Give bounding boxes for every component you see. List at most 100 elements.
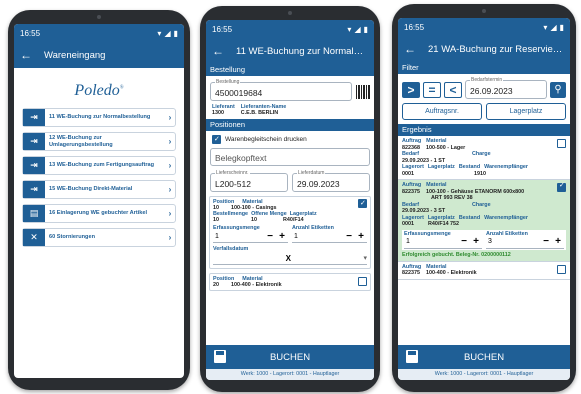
wifi-icon: ▾: [157, 28, 162, 38]
chevron-right-icon: ›: [168, 161, 172, 170]
result-item-selected[interactable]: AuftragMaterial 822375100-100 - Gehäuse …: [398, 180, 570, 262]
save-icon: [214, 350, 226, 363]
page-title: Wareneingang: [44, 49, 106, 61]
status-bar: 16:55 ▾ ◢ ▮: [14, 24, 184, 42]
position-checkbox[interactable]: [358, 277, 367, 286]
footer-werk: Werk: 1000 - Lagerort: 0001 - Hauptlager: [398, 369, 570, 380]
menu-item-13[interactable]: ⇥ 13 WE-Buchung zum Fertigungsauftrag ›: [22, 156, 176, 175]
back-arrow-icon[interactable]: ←: [404, 43, 416, 55]
lieferdatum-field[interactable]: Lieferdatum 29.09.2023: [292, 170, 370, 192]
result-item[interactable]: Auftrag Material 822375 100-400 - Elektron…: [398, 262, 570, 280]
minus-icon[interactable]: −: [540, 237, 552, 246]
status-time: 16:55: [404, 22, 425, 32]
cross-icon: ✕: [23, 229, 45, 246]
plus-icon[interactable]: +: [470, 237, 482, 246]
save-icon: [406, 350, 418, 363]
storage-icon: ▤: [23, 205, 45, 222]
plus-icon[interactable]: +: [355, 231, 367, 242]
screen-wareneingang: 16:55 ▾ ◢ ▮ ← Wareneingang Poledo® ⇥ 11 …: [14, 24, 184, 378]
result-checkbox[interactable]: [557, 264, 566, 274]
screen-we-buchung: 16:55 ▾ ◢ ▮ ← 11 WE-Buchung zur Normalbe…: [206, 20, 374, 380]
phone-wareneingang: 16:55 ▾ ◢ ▮ ← Wareneingang Poledo® ⇥ 11 …: [8, 10, 190, 390]
phone-wa-buchung: 16:55 ▾ ◢ ▮ ← 21 WA-Buchung zur Reservie…: [392, 4, 576, 392]
minus-icon[interactable]: −: [458, 237, 470, 246]
stage: 16:55 ▾ ◢ ▮ ← Wareneingang Poledo® ⇥ 11 …: [0, 0, 581, 394]
back-arrow-icon[interactable]: ←: [20, 49, 32, 61]
screen-wa-buchung: 16:55 ▾ ◢ ▮ ← 21 WA-Buchung zur Reservie…: [398, 18, 570, 380]
auftragsnr-button[interactable]: Auftragsnr.: [402, 103, 482, 120]
app-bar: ← 21 WA-Buchung zur Reservierung: [398, 36, 570, 62]
lieferantenname-value: C.E.B. BERLIN: [240, 110, 279, 116]
filter-equal-button[interactable]: =: [423, 81, 441, 98]
success-message: Erfolgreich gebucht. Beleg-Nr. 020000011…: [402, 252, 511, 258]
app-bar: ← Wareneingang: [14, 42, 184, 68]
status-time: 16:55: [212, 24, 233, 34]
menu-item-11[interactable]: ⇥ 11 WE-Buchung zur Normalbestellung ›: [22, 108, 176, 127]
filter-greater-button[interactable]: >: [402, 81, 420, 98]
wifi-icon: ▾: [347, 24, 352, 34]
filter-less-button[interactable]: <: [444, 81, 462, 98]
result-checkbox[interactable]: [557, 183, 566, 192]
menu-item-15[interactable]: ⇥ 15 WE-Buchung Direkt-Material ›: [22, 180, 176, 199]
section-bestellung: Bestellung: [206, 64, 374, 76]
back-arrow-icon[interactable]: ←: [212, 45, 224, 57]
result-item[interactable]: Auftrag Material 822368 100-500 - Lager Be…: [398, 136, 570, 180]
barcode-icon[interactable]: [356, 84, 370, 99]
plus-icon[interactable]: +: [276, 231, 288, 242]
lagerplatz-button[interactable]: Lagerplatz: [486, 103, 566, 120]
chevron-right-icon: ›: [168, 185, 172, 194]
plus-icon[interactable]: +: [552, 237, 564, 246]
erfassungsmenge-stepper[interactable]: 1 − +: [213, 231, 288, 243]
erfassungsmenge-stepper[interactable]: 1 − +: [404, 237, 482, 249]
poledo-logo: Poledo®: [74, 82, 124, 99]
signal-icon: ◢: [164, 28, 171, 38]
menu-item-16[interactable]: ▤ 16 Einlagerung WE gebuchter Artikel ›: [22, 204, 176, 223]
section-filter: Filter: [398, 62, 570, 74]
wifi-icon: ▾: [543, 22, 548, 32]
section-positionen: Positionen: [206, 119, 374, 131]
dropdown-arrow-icon: ▾: [363, 255, 367, 262]
cart-in-icon: ⇥: [23, 181, 45, 198]
status-time: 16:55: [20, 28, 41, 38]
chevron-right-icon: ›: [168, 209, 172, 218]
section-ergebnis: Ergebnis: [398, 124, 570, 136]
buchen-button[interactable]: BUCHEN: [398, 345, 570, 369]
battery-icon: ▮: [559, 22, 564, 32]
chevron-right-icon: ›: [168, 233, 172, 242]
footer-werk: Werk: 1000 - Lagerort: 0001 - Hauptlager: [206, 369, 374, 380]
signal-icon: ◢: [550, 22, 557, 32]
warenbegleitschein-label: Warenbegleitschein drucken: [225, 136, 307, 143]
signal-icon: ◢: [354, 24, 361, 34]
minus-icon[interactable]: −: [264, 231, 276, 242]
status-bar: 16:55 ▾ ◢ ▮: [206, 20, 374, 38]
etiketten-stepper[interactable]: 1 − +: [292, 231, 367, 243]
chevron-right-icon: ›: [168, 137, 172, 146]
belegkopftext-input[interactable]: Belegkopftext: [210, 148, 370, 166]
bedarfstermin-field[interactable]: Bedarfstermin 26.09.2023: [465, 77, 547, 99]
lieferschein-field[interactable]: Lieferscheinnr. L200-512: [210, 170, 288, 192]
bestellung-field[interactable]: Bestellung 4500019684: [210, 79, 352, 101]
buchen-button[interactable]: BUCHEN: [206, 345, 374, 369]
position-checkbox[interactable]: [358, 199, 367, 208]
app-bar: ← 11 WE-Buchung zur Normalbeste...: [206, 38, 374, 64]
verfallsdatum-select[interactable]: X ▾: [213, 252, 367, 265]
minus-icon[interactable]: −: [343, 231, 355, 242]
position-card-2[interactable]: Position Material 20 100-400 - Elektronik: [209, 273, 371, 291]
cart-in-icon: ⇥: [23, 109, 45, 126]
page-title: 11 WE-Buchung zur Normalbeste...: [236, 45, 368, 57]
chevron-right-icon: ›: [168, 113, 172, 122]
phone-we-buchung: 16:55 ▾ ◢ ▮ ← 11 WE-Buchung zur Normalbe…: [200, 6, 380, 392]
cart-in-icon: ⇥: [23, 157, 45, 174]
menu-item-12[interactable]: ⇥ 12 WE-Buchung zur Umlagerungsbestellun…: [22, 132, 176, 151]
search-icon: ⚲: [554, 84, 562, 95]
page-title: 21 WA-Buchung zur Reservierung: [428, 43, 564, 55]
position-card[interactable]: PositionMaterial 10100-100 - Casings Bes…: [209, 196, 371, 269]
lieferant-value: 1300: [212, 110, 224, 116]
result-checkbox[interactable]: [557, 139, 566, 148]
menu-item-60[interactable]: ✕ 60 Stornierungen ›: [22, 228, 176, 247]
etiketten-stepper[interactable]: 3 − +: [486, 237, 564, 249]
battery-icon: ▮: [173, 28, 178, 38]
warenbegleitschein-checkbox[interactable]: [212, 135, 221, 144]
battery-icon: ▮: [363, 24, 368, 34]
search-button[interactable]: ⚲: [550, 81, 566, 98]
